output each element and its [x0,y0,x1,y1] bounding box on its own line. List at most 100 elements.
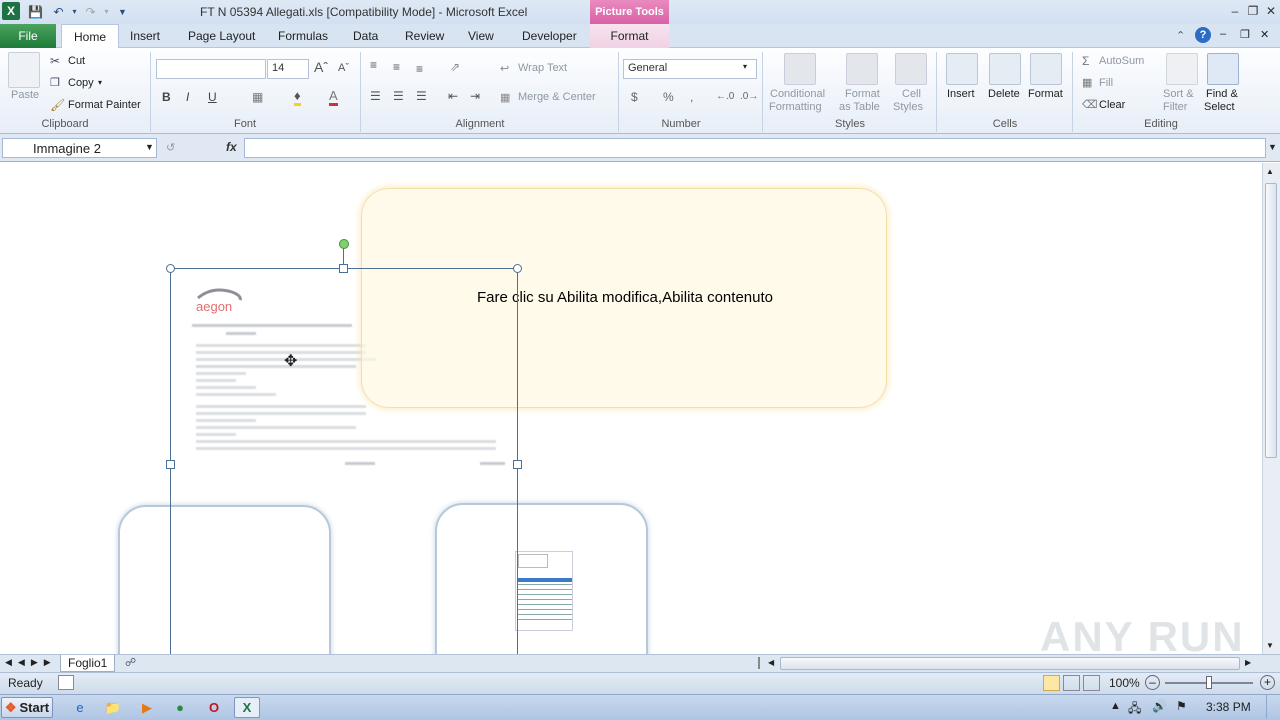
resize-handle-top-right[interactable] [513,264,522,273]
zoom-slider-thumb[interactable] [1206,676,1212,689]
opera-icon[interactable]: O [201,697,227,718]
find-select-line1[interactable]: Find & [1206,88,1238,100]
expand-formula-icon[interactable]: ▼ [1268,142,1277,152]
tab-page-layout[interactable]: Page Layout [176,24,267,48]
action-center-icon[interactable]: ⚑ [1176,699,1187,713]
scroll-down-icon[interactable]: ▼ [1266,641,1274,650]
workbook-minimize-icon[interactable]: – [1220,28,1226,40]
font-color-icon[interactable]: A [329,88,338,106]
collapse-ribbon-icon[interactable]: ⌃ [1176,29,1185,42]
align-middle-icon[interactable]: ≡ [393,60,400,74]
zoom-level[interactable]: 100% [1109,676,1140,690]
customize-qat-icon[interactable]: ▼ [114,3,131,20]
decrease-decimal-icon[interactable]: .0→ [740,91,758,102]
font-name-combo[interactable] [156,59,266,79]
cell-styles-line1[interactable]: Cell [902,88,921,100]
help-icon[interactable]: ? [1195,27,1211,43]
wrap-text-button[interactable]: Wrap Text [518,62,567,74]
number-format-dropdown-icon[interactable]: ▾ [743,62,747,71]
redo-dropdown-icon[interactable]: ▾ [98,3,115,20]
conditional-formatting-line1[interactable]: Conditional [770,88,825,100]
tab-file[interactable]: File [0,24,56,48]
formula-input[interactable] [244,138,1266,158]
name-box[interactable]: Immagine 2 [2,138,157,158]
tab-developer[interactable]: Developer [510,24,589,48]
tab-home[interactable]: Home [61,24,120,49]
align-top-icon[interactable]: ≡ [370,58,377,72]
name-box-dropdown-icon[interactable]: ▼ [145,142,154,152]
zoom-out-icon[interactable]: – [1145,675,1160,690]
number-format-combo[interactable]: General [623,59,757,79]
format-as-table-line2[interactable]: as Table [839,101,880,113]
undo-dropdown-icon[interactable]: ▾ [66,3,83,20]
format-painter-button[interactable]: Format Painter [68,99,141,111]
increase-indent-icon[interactable]: ⇥ [470,89,480,103]
paste-button[interactable]: Paste [11,89,39,101]
tab-data[interactable]: Data [341,24,390,48]
cell-styles-line2[interactable]: Styles [893,101,923,113]
cancel-icon[interactable]: ↺ [166,141,175,154]
grow-font-icon[interactable]: Aˆ [314,59,328,75]
orientation-icon[interactable]: ⇗ [450,60,460,74]
restore-icon[interactable]: ❐ [1244,3,1262,19]
align-left-icon[interactable]: ☰ [370,89,381,103]
resize-handle-top[interactable] [339,264,348,273]
workbook-close-icon[interactable]: ✕ [1260,28,1269,41]
sheet-nav-icons[interactable]: ◀◀▶▶ [5,657,57,668]
clear-button[interactable]: Clear [1099,99,1125,111]
worksheet-area[interactable]: aegon Fare clic su Abilita modifica,Abil… [0,163,1262,654]
tab-view[interactable]: View [456,24,506,48]
delete-button[interactable]: Delete [988,88,1020,100]
conditional-formatting-line2[interactable]: Formatting [769,101,822,113]
chrome-icon[interactable]: ● [167,697,193,718]
network-icon[interactable]: 🖧 [1128,699,1141,720]
align-bottom-icon[interactable]: ≡ [416,62,423,76]
insert-sheet-icon[interactable]: ☍ [125,656,136,669]
clock[interactable]: 3:38 PM [1206,700,1251,714]
find-select-line2[interactable]: Select [1204,101,1235,113]
fill-color-icon[interactable]: ♦ [294,88,301,106]
page-layout-view-icon[interactable] [1063,675,1080,691]
redo-icon[interactable]: ↷ [82,3,99,20]
sort-filter-line2[interactable]: Filter [1163,101,1187,113]
hscroll-left-icon[interactable]: ◀ [768,658,774,667]
macro-record-icon[interactable] [58,675,74,690]
undo-icon[interactable]: ↶ [50,3,67,20]
resize-handle-left[interactable] [166,460,175,469]
excel-logo-icon[interactable]: X [2,2,20,20]
copy-button[interactable]: Copy [68,77,94,89]
tab-review[interactable]: Review [393,24,456,48]
normal-view-icon[interactable] [1043,675,1060,691]
format-as-table-line1[interactable]: Format [845,88,880,100]
merge-center-button[interactable]: Merge & Center [518,91,596,103]
workbook-restore-icon[interactable]: ❐ [1240,28,1250,41]
hscroll-right-icon[interactable]: ▶ [1245,658,1251,667]
cut-button[interactable]: Cut [68,55,85,67]
format-button[interactable]: Format [1028,88,1063,100]
volume-icon[interactable]: 🔊 [1152,699,1167,713]
tab-format[interactable]: Format [590,24,669,48]
sheet-tab-foglio1[interactable]: Foglio1 [60,655,116,672]
tab-split-handle[interactable] [758,657,764,669]
scroll-thumb[interactable] [1265,183,1277,458]
tab-insert[interactable]: Insert [118,24,172,48]
italic-button[interactable]: I [186,90,189,104]
save-icon[interactable]: 💾 [27,3,44,20]
close-icon[interactable]: ✕ [1262,3,1280,19]
vertical-scrollbar[interactable]: ▲ ▼ [1262,163,1280,654]
copy-dropdown-icon[interactable]: ▾ [98,78,102,87]
comma-button[interactable]: , [690,90,693,104]
sort-filter-line1[interactable]: Sort & [1163,88,1194,100]
instruction-callout[interactable]: Fare clic su Abilita modifica,Abilita co… [361,188,887,408]
align-right-icon[interactable]: ☰ [416,89,427,103]
autosum-button[interactable]: AutoSum [1099,55,1144,67]
image-frame-left[interactable] [118,505,331,654]
scroll-up-icon[interactable]: ▲ [1266,167,1274,176]
insert-button[interactable]: Insert [947,88,975,100]
media-player-icon[interactable]: ▶ [134,697,160,718]
tab-formulas[interactable]: Formulas [266,24,340,48]
borders-icon[interactable]: ▦ [252,90,263,104]
align-center-icon[interactable]: ☰ [393,89,404,103]
ie-icon[interactable]: e [67,697,93,718]
start-button[interactable]: ❖ Start [1,697,53,718]
